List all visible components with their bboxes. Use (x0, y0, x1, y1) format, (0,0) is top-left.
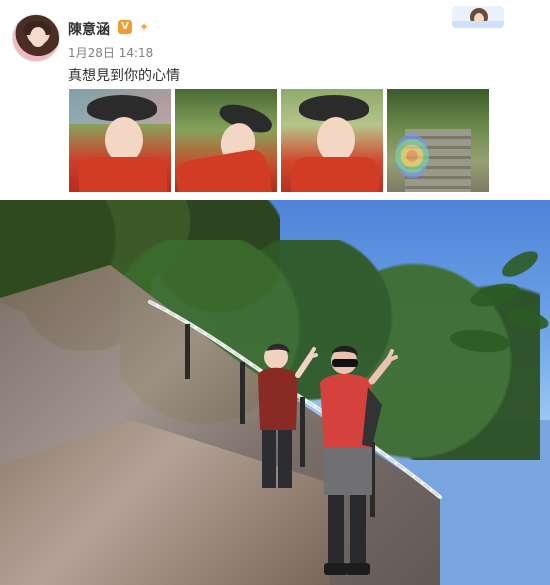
crown-icon: ✦ (138, 20, 150, 34)
verified-icon: V (118, 20, 132, 34)
thumbnail-2[interactable] (175, 89, 277, 192)
main-photo[interactable] (0, 200, 550, 585)
post-timestamp[interactable]: 1月28日 14:18 (68, 44, 153, 61)
weibo-post: 陳意涵 V ✦ 1月28日 14:18 真想見到你的心情 (0, 0, 550, 197)
jacket (175, 147, 273, 192)
thumbnail-3[interactable] (281, 89, 383, 192)
image-thumbnails (69, 89, 492, 192)
thumbnail-1[interactable] (69, 89, 171, 192)
thumbnail-4[interactable] (387, 89, 489, 192)
user-avatar[interactable] (12, 14, 60, 62)
jacket (291, 157, 379, 192)
thumbnail-wave (452, 21, 504, 28)
hiker-man (320, 345, 398, 575)
lens-flare (395, 134, 429, 178)
post-text: 真想見到你的心情 (68, 68, 180, 84)
jacket (79, 157, 167, 192)
follow-avatar-thumbnail[interactable] (452, 6, 504, 28)
username[interactable]: 陳意涵 (68, 19, 110, 39)
hiker-woman (258, 343, 318, 488)
avatar-face (30, 27, 46, 47)
